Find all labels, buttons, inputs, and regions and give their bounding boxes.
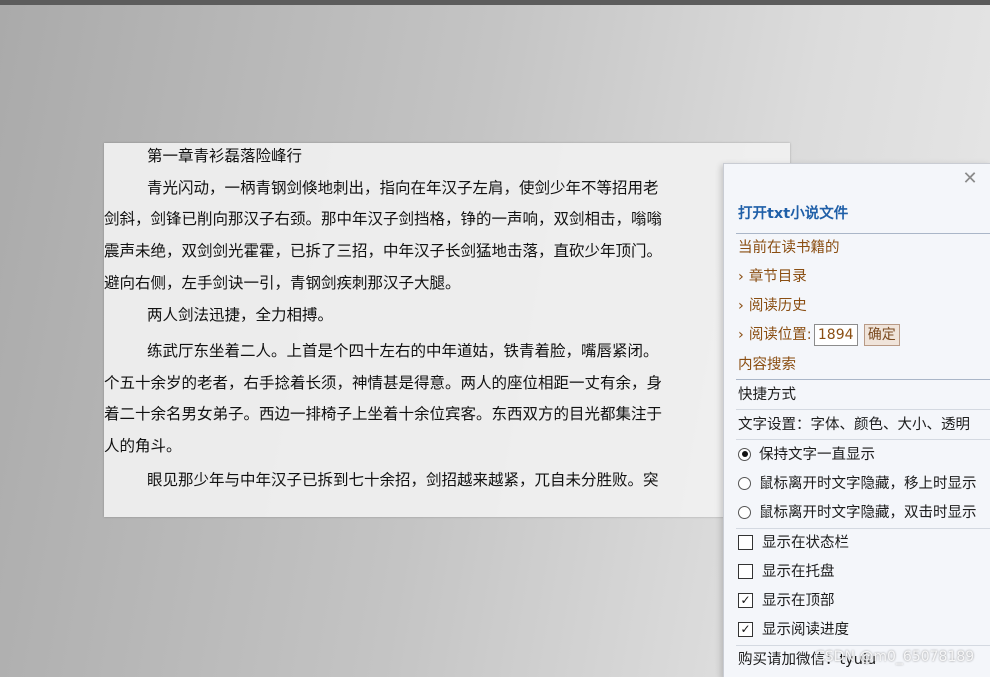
checkbox-show-on-top[interactable]: ✓ 显示在顶部 xyxy=(738,589,990,613)
read-history-item[interactable]: › 阅读历史 xyxy=(738,294,990,318)
chapter-list-label: 章节目录 xyxy=(748,269,807,285)
menu-separator xyxy=(736,379,990,380)
open-txt-file-item[interactable]: 打开txt小说文件 xyxy=(738,202,990,226)
text-line: 练武厅东坐着二人。上首是个四十左右的中年道姑，铁青着脸，嘴唇紧闭。 xyxy=(147,342,659,360)
current-book-header: 当前在读书籍的 xyxy=(738,240,840,256)
read-history-label: 阅读历史 xyxy=(748,298,807,314)
radio-always-show[interactable]: 保持文字一直显示 xyxy=(738,443,990,467)
checkbox-unchecked-icon xyxy=(738,563,753,579)
menu-separator xyxy=(736,233,990,234)
chevron-right-icon: › xyxy=(738,298,744,314)
checkbox-label: 显示在顶部 xyxy=(762,593,835,609)
read-position-row: › 阅读位置: 1894 确定 xyxy=(738,323,990,347)
menu-separator xyxy=(736,439,990,440)
content-search-item[interactable]: 内容搜索 xyxy=(738,353,990,377)
novel-reader-overlay[interactable]: 第一章青衫磊落险峰行 青光闪动，一柄青钢剑倏地刺出，指向在年汉子左肩，使剑少年不… xyxy=(104,143,790,517)
text-line: 震声未绝，双剑剑光霍霍，已拆了三招，中年汉子长剑猛地击落，直砍少年顶门。 xyxy=(104,242,663,260)
checkbox-checked-icon: ✓ xyxy=(738,621,753,637)
text-line: 着二十余名男女弟子。西边一排椅子上坐着十余位宾客。东西双方的目光都集注于 xyxy=(104,405,663,423)
text-settings-item[interactable]: 文字设置：字体、颜色、大小、透明 xyxy=(738,413,990,437)
text-line: 两人剑法迅捷，全力相搏。 xyxy=(147,306,334,324)
csdn-watermark: CSDN @m0_65078189 xyxy=(815,649,975,665)
read-position-label: 阅读位置: xyxy=(748,327,812,343)
text-line: 个五十余岁的老者，右手捻着长须，神情甚是得意。两人的座位相距一丈有余，身 xyxy=(104,374,663,392)
radio-label: 保持文字一直显示 xyxy=(759,447,875,463)
checkbox-show-in-tray[interactable]: 显示在托盘 xyxy=(738,560,990,584)
read-position-input[interactable]: 1894 xyxy=(813,324,858,346)
radio-label: 鼠标离开时文字隐藏，双击时显示 xyxy=(759,505,977,521)
radio-hide-on-leave-hover-show[interactable]: 鼠标离开时文字隐藏，移上时显示 xyxy=(738,472,990,496)
confirm-button[interactable]: 确定 xyxy=(863,324,900,346)
menu-separator xyxy=(736,645,990,646)
text-line: 避向右侧，左手剑诀一引，青钢剑疾刺那汉子大腿。 xyxy=(104,274,461,292)
close-icon[interactable]: ✕ xyxy=(959,168,981,190)
chevron-right-icon: › xyxy=(738,269,744,285)
reader-context-menu: ✕ 打开txt小说文件 当前在读书籍的 › 章节目录 › 阅读历史 › 阅读位置: 18… xyxy=(723,163,990,677)
checkbox-label: 显示在托盘 xyxy=(762,564,835,580)
menu-separator xyxy=(736,409,990,410)
text-line: 青光闪动，一柄青钢剑倏地刺出，指向在年汉子左肩，使剑少年不等招用老 xyxy=(147,179,659,197)
window-top-strip xyxy=(0,0,990,5)
chevron-right-icon: › xyxy=(738,327,744,343)
checkbox-show-progress[interactable]: ✓ 显示阅读进度 xyxy=(738,618,990,642)
checkbox-label: 显示阅读进度 xyxy=(762,622,849,638)
shortcuts-item[interactable]: 快捷方式 xyxy=(738,383,990,407)
radio-hide-on-leave-dblclick-show[interactable]: 鼠标离开时文字隐藏，双击时显示 xyxy=(738,501,990,525)
radio-checked-icon xyxy=(738,447,751,461)
radio-label: 鼠标离开时文字隐藏，移上时显示 xyxy=(759,476,977,492)
checkbox-label: 显示在状态栏 xyxy=(762,535,849,551)
checkbox-unchecked-icon xyxy=(738,534,753,550)
chapter-title: 第一章青衫磊落险峰行 xyxy=(147,147,303,165)
radio-unchecked-icon xyxy=(738,505,751,519)
text-line: 人的角斗。 xyxy=(104,437,182,455)
checkbox-show-in-statusbar[interactable]: 显示在状态栏 xyxy=(738,531,990,555)
menu-separator xyxy=(736,528,990,529)
radio-unchecked-icon xyxy=(738,476,751,490)
text-line: 眼见那少年与中年汉子已拆到七十余招，剑招越来越紧，兀自未分胜败。突 xyxy=(147,471,659,489)
checkbox-checked-icon: ✓ xyxy=(738,592,753,608)
chapter-list-item[interactable]: › 章节目录 xyxy=(738,265,990,289)
text-line: 剑斜，剑锋已削向那汉子右颈。那中年汉子剑挡格，铮的一声响，双剑相击，嗡嗡 xyxy=(104,210,663,228)
